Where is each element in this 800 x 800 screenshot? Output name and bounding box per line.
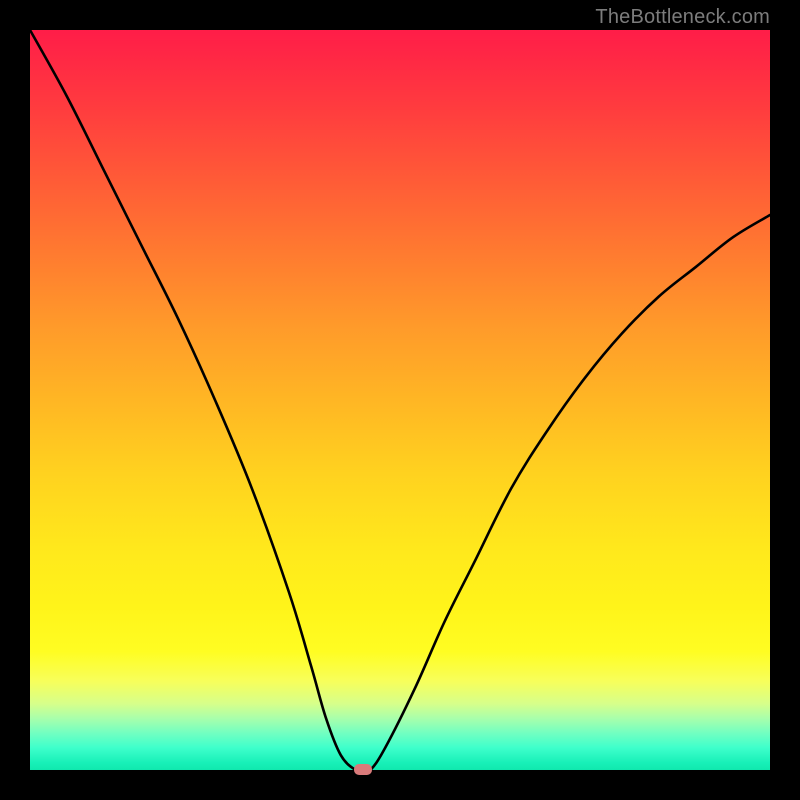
watermark-text: TheBottleneck.com bbox=[595, 6, 770, 29]
minimum-marker bbox=[354, 764, 372, 775]
bottleneck-curve bbox=[30, 30, 770, 770]
chart-container: TheBottleneck.com bbox=[0, 0, 800, 800]
plot-area bbox=[30, 30, 770, 770]
